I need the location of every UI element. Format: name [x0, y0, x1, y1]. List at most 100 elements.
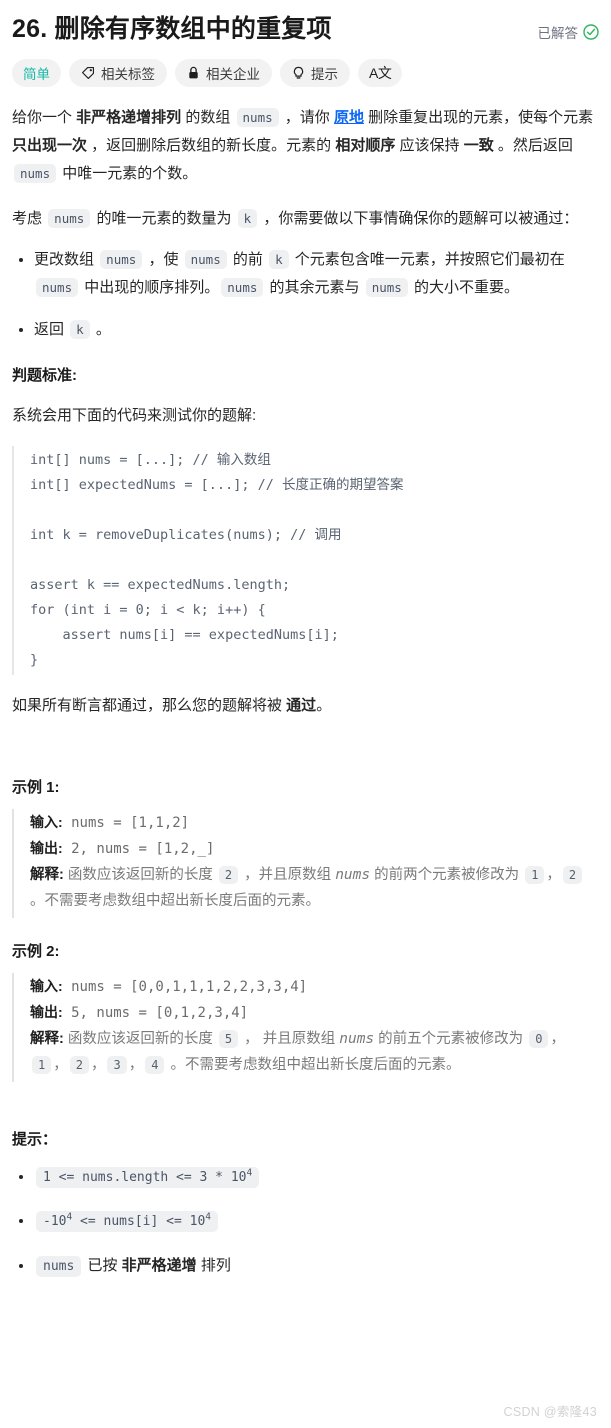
description-paragraph-1: 给你一个 非严格递增排列 的数组 nums ，请你 原地 删除重复出现的元素，使… — [12, 104, 599, 187]
inline-var: nums — [339, 1030, 375, 1047]
watermark: CSDN @索隆43 — [503, 1405, 597, 1419]
related-topics-button[interactable]: 相关标签 — [69, 59, 167, 88]
inline-code: 4 — [145, 1055, 165, 1074]
hint-button[interactable]: 提示 — [280, 59, 350, 88]
text: 应该保持 — [395, 137, 464, 154]
badge-toolbar: 简单 相关标签 相关企业 提示 A文 — [12, 59, 599, 88]
judge-heading: 判题标准: — [12, 366, 77, 384]
text: 。 — [316, 696, 332, 714]
example-explain-line: 解释: 函数应该返回新的长度 2 ，并且原数组 nums 的前两个元素被修改为 … — [30, 862, 591, 914]
inline-var: nums — [335, 866, 371, 883]
text: 的前 — [228, 251, 268, 269]
text: 的大小不重要。 — [409, 279, 520, 296]
title-row: 26. 删除有序数组中的重复项 已解答 — [12, 14, 599, 45]
text: 个元素包含唯一元素，并按照它们最初在 — [290, 251, 565, 269]
circle-check-icon — [583, 24, 599, 40]
text: 删除重复出现的元素，使每个元素 — [364, 109, 594, 127]
status-label: 已解答 — [537, 26, 579, 41]
judge-intro: 系统会用下面的代码来测试你的题解: — [12, 406, 257, 424]
description-paragraph-2: 考虑 nums 的唯一元素的数量为 k ，你需要做以下事情确保你的题解可以被通过… — [12, 205, 599, 233]
output-label: 输出: — [30, 1003, 63, 1020]
list-item: nums 已按 非严格递增 排列 — [34, 1252, 599, 1281]
output-value: 5, nums = [0,1,2,3,4] — [62, 1004, 249, 1021]
inline-code: 1 — [525, 865, 545, 884]
inline-code: nums — [365, 278, 408, 297]
inline-code: nums — [36, 278, 79, 297]
inline-code: 0 — [529, 1029, 549, 1048]
text: 的前五个元素被修改为 — [374, 1030, 528, 1047]
inline-code: nums — [36, 1255, 82, 1277]
text: ， — [546, 866, 561, 883]
input-label: 输入: — [30, 977, 63, 994]
list-item: -104 <= nums[i] <= 104 — [34, 1207, 599, 1236]
text: 。 — [91, 320, 111, 338]
text: 中出现的顺序排列。 — [80, 279, 220, 296]
requirement-list: 更改数组 nums ，使 nums 的前 k 个元素包含唯一元素，并按照它们最初… — [12, 246, 599, 343]
example-1-title: 示例 1: — [12, 778, 60, 796]
example-2-title: 示例 2: — [12, 942, 60, 960]
example-output-line: 输出: 2, nums = [1,2,_] — [30, 836, 591, 862]
emphasis: 相对顺序 — [335, 137, 396, 154]
related-companies-button[interactable]: 相关企业 — [175, 59, 272, 88]
translate-icon: A文 — [369, 65, 392, 82]
inline-code: nums — [236, 108, 279, 128]
text: 如果所有断言都通过，那么您的题解将被 — [12, 696, 287, 714]
text: 的前两个元素被修改为 — [370, 866, 524, 883]
text: 。然后返回 — [493, 137, 573, 154]
inline-code: nums — [184, 250, 227, 270]
example-1-block: 输入: nums = [1,1,2] 输出: 2, nums = [1,2,_]… — [12, 808, 599, 918]
inline-code: 2 — [69, 1055, 89, 1074]
inline-code: 5 — [218, 1029, 239, 1048]
explain-label: 解释: — [30, 1030, 64, 1047]
text: 的数组 — [181, 109, 235, 127]
lightbulb-icon — [292, 66, 305, 81]
explain-label: 解释: — [30, 866, 64, 883]
inplace-link[interactable]: 原地 — [334, 109, 364, 126]
emphasis: 只出现一次 — [12, 137, 88, 154]
example-input-line: 输入: nums = [0,0,1,1,1,2,2,3,3,4] — [30, 974, 591, 1000]
inline-code: nums — [100, 250, 143, 270]
language-toggle-button[interactable]: A文 — [358, 59, 403, 88]
text: ， 并且原数组 — [240, 1030, 340, 1047]
list-item: 更改数组 nums ，使 nums 的前 k 个元素包含唯一元素，并按照它们最初… — [34, 246, 599, 302]
text: ， — [53, 1056, 68, 1073]
emphasis: 一致 — [463, 137, 494, 154]
hints-heading: 提示： — [12, 1130, 58, 1148]
input-value: nums = [0,0,1,1,1,2,2,3,3,4] — [62, 978, 308, 995]
lock-icon — [187, 66, 200, 80]
text: 排列 — [196, 1256, 231, 1274]
emphasis: 非严格递增排列 — [76, 109, 182, 127]
text: 函数应该返回新的长度 — [63, 1030, 217, 1047]
inline-code: k — [269, 250, 289, 270]
inline-code: 1 <= nums.length <= 3 * 104 — [36, 1166, 260, 1188]
inline-code: k — [70, 319, 90, 339]
text: 更改数组 — [34, 251, 99, 269]
problem-page: 26. 删除有序数组中的重复项 已解答 简单 相关标签 相关企业 提示 A文 给… — [0, 0, 611, 1280]
list-item: 1 <= nums.length <= 3 * 104 — [34, 1163, 599, 1192]
emphasis: 非严格递增 — [121, 1256, 197, 1274]
hints-list: 1 <= nums.length <= 3 * 104 -104 <= nums… — [12, 1163, 599, 1281]
related-companies-label: 相关企业 — [206, 67, 260, 83]
text: -10 — [43, 1214, 67, 1230]
inline-code: 3 — [107, 1055, 127, 1074]
example-output-line: 输出: 5, nums = [0,1,2,3,4] — [30, 1000, 591, 1026]
difficulty-badge[interactable]: 简单 — [12, 59, 61, 88]
text: 1 <= nums.length <= 3 * 10 — [43, 1169, 247, 1185]
judge-code-block: int[] nums = [...]; // 输入数组 int[] expect… — [12, 446, 599, 675]
text: 函数应该返回新的长度 — [63, 866, 217, 883]
inline-code: k — [237, 208, 258, 228]
page-title: 26. 删除有序数组中的重复项 — [12, 15, 332, 43]
difficulty-label: 简单 — [23, 67, 50, 83]
list-item: 返回 k 。 — [34, 316, 599, 344]
text: 的其余元素与 — [265, 279, 364, 296]
inline-code: nums — [48, 208, 91, 228]
text: 。不需要考虑数组中超出新长度后面的元素。 — [166, 1056, 461, 1073]
text: 的唯一元素的数量为 — [92, 209, 236, 227]
input-value: nums = [1,1,2] — [62, 814, 190, 831]
superscript: 4 — [205, 1211, 212, 1223]
output-label: 输出: — [30, 839, 63, 856]
hint-label: 提示 — [311, 67, 338, 83]
inline-code: 2 — [562, 865, 583, 884]
example-explain-line: 解释: 函数应该返回新的长度 5 ， 并且原数组 nums 的前五个元素被修改为… — [30, 1026, 591, 1078]
inline-code: nums — [221, 278, 264, 297]
